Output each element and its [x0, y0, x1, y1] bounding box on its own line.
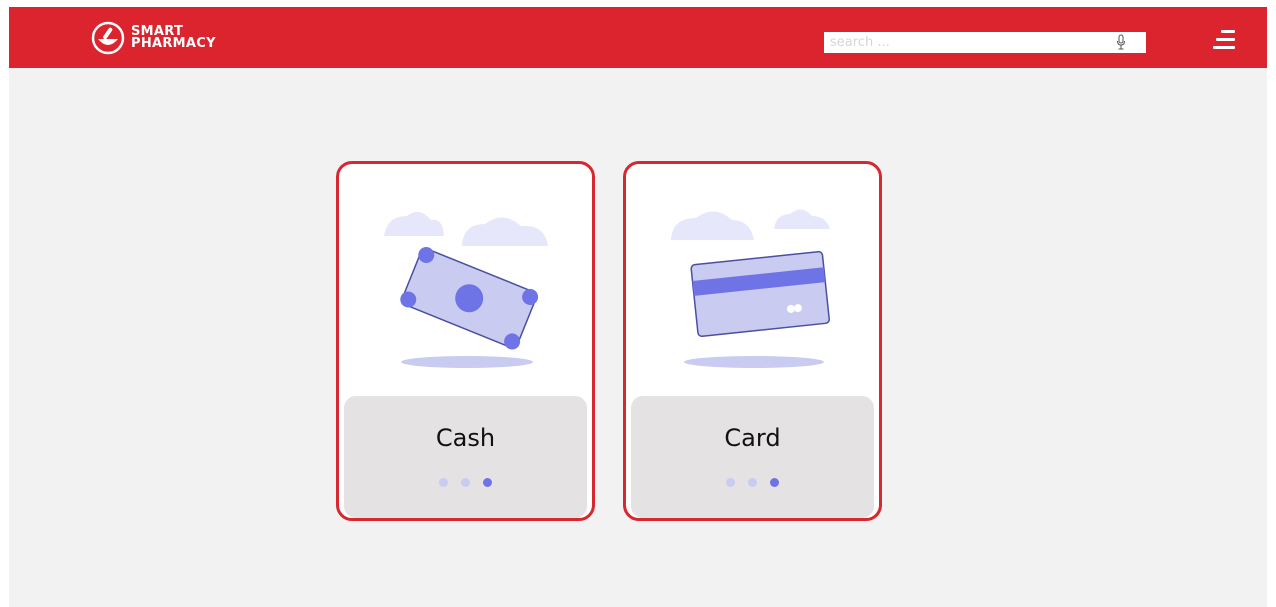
carousel-dot[interactable] — [461, 478, 470, 487]
carousel-dot-active[interactable] — [770, 478, 779, 487]
carousel-dots — [631, 478, 874, 487]
cash-footer: Cash — [344, 396, 587, 518]
option-label: Cash — [435, 424, 496, 452]
carousel-dot[interactable] — [726, 478, 735, 487]
payment-option-card[interactable]: Card — [623, 161, 882, 521]
top-header: SMART PHARMACY — [9, 7, 1267, 68]
card-footer: Card — [631, 396, 874, 518]
microphone-icon[interactable] — [1115, 34, 1127, 51]
search-bar — [824, 32, 1146, 53]
banknote-illustration-icon — [384, 211, 548, 368]
hamburger-menu-icon[interactable] — [1213, 29, 1237, 51]
app-frame: SMART PHARMACY search ... Cash Card — [9, 7, 1267, 607]
payment-option-cash[interactable]: Cash — [336, 161, 595, 521]
brand-line-2: PHARMACY — [131, 36, 216, 51]
option-label: Card — [724, 424, 781, 452]
brand-name: SMART PHARMACY — [131, 25, 216, 51]
carousel-dots — [344, 478, 587, 487]
carousel-dot[interactable] — [748, 478, 757, 487]
carousel-dot[interactable] — [439, 478, 448, 487]
brand-logo[interactable]: SMART PHARMACY — [91, 20, 216, 56]
credit-card-illustration-icon — [671, 209, 830, 368]
search-input[interactable] — [824, 32, 1110, 53]
carousel-dot-active[interactable] — [483, 478, 492, 487]
mortar-pestle-logo-icon — [91, 21, 125, 55]
